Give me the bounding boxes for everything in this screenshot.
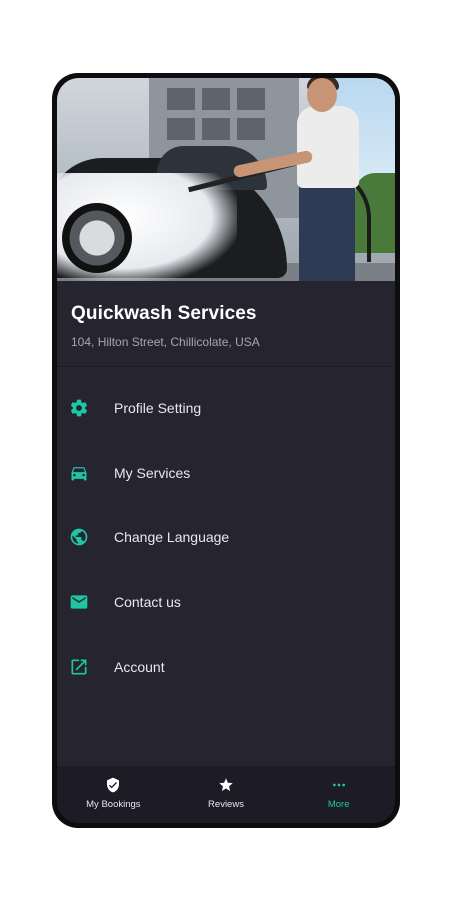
menu-item-label: My Services [114, 464, 191, 481]
nav-label: My Bookings [86, 799, 141, 810]
bottom-nav: My Bookings Reviews More [57, 766, 395, 823]
menu-item-profile-setting[interactable]: Profile Setting [57, 376, 395, 441]
shield-check-icon [104, 776, 122, 794]
menu-list: Profile Setting My Services Change Langu… [57, 376, 395, 699]
nav-label: More [327, 799, 350, 810]
phone-frame: Quickwash Services 104, Hilton Street, C… [52, 73, 400, 828]
external-link-icon [69, 657, 89, 677]
menu-item-label: Contact us [114, 594, 181, 611]
globe-icon [69, 527, 89, 547]
nav-tab-more[interactable]: More [282, 766, 395, 823]
nav-label: Reviews [208, 799, 244, 810]
menu-item-label: Change Language [114, 529, 230, 546]
menu-item-account[interactable]: Account [57, 634, 395, 699]
menu-item-label: Account [114, 658, 165, 675]
business-header: Quickwash Services 104, Hilton Street, C… [57, 281, 395, 367]
car-icon [69, 463, 89, 483]
nav-tab-reviews[interactable]: Reviews [170, 766, 283, 823]
business-address: 104, Hilton Street, Chillicolate, USA [71, 335, 260, 349]
more-dots-icon [330, 776, 348, 794]
menu-item-my-services[interactable]: My Services [57, 441, 395, 506]
menu-item-change-language[interactable]: Change Language [57, 505, 395, 570]
menu-item-label: Profile Setting [114, 400, 202, 417]
mail-icon [69, 592, 89, 612]
hero-image [57, 78, 395, 281]
business-name: Quickwash Services [71, 303, 257, 324]
menu-item-contact-us[interactable]: Contact us [57, 570, 395, 635]
nav-tab-my-bookings[interactable]: My Bookings [57, 766, 170, 823]
app-screen: Quickwash Services 104, Hilton Street, C… [57, 78, 395, 823]
gear-icon [69, 398, 89, 418]
star-icon [217, 776, 235, 794]
